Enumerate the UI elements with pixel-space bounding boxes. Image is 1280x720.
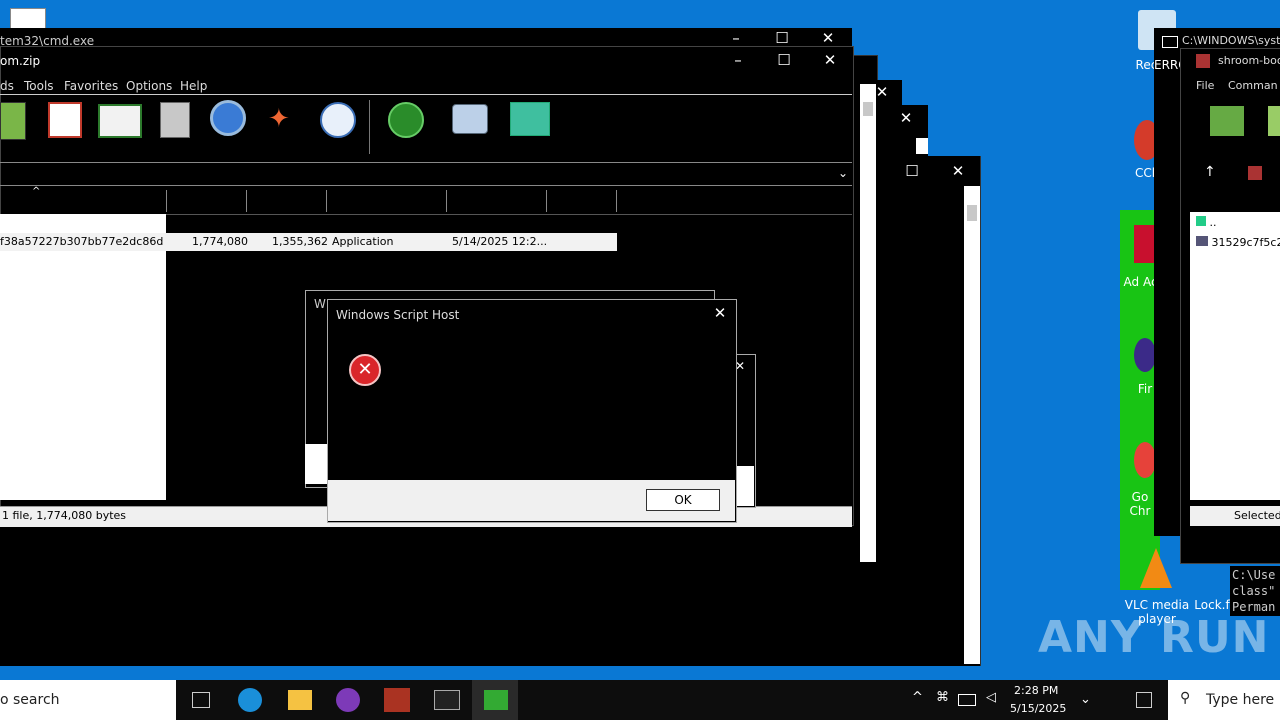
up-arrow-icon[interactable]: ↑: [1204, 164, 1216, 180]
console-line-1: C:\Use: [1232, 568, 1276, 582]
cascade-scroll-up-2[interactable]: [916, 138, 928, 154]
file-size: 1,774,080: [192, 235, 248, 248]
list-item[interactable]: 31529c7f5c2f: [1196, 236, 1280, 249]
ok-button[interactable]: OK: [646, 489, 720, 511]
search-box-right-text: Type here: [1206, 692, 1275, 708]
winrar-close[interactable]: ✕: [820, 52, 840, 70]
menu-favorites[interactable]: Favorites: [64, 79, 118, 93]
firefox-taskbar-icon[interactable]: [336, 688, 360, 712]
right-file-list: [1190, 212, 1280, 500]
list-item[interactable]: ..: [1196, 216, 1217, 229]
col-divider-6[interactable]: [616, 190, 617, 212]
file-list-left-pane: [0, 214, 166, 500]
right-toolbar-extract-icon[interactable]: [1268, 106, 1280, 136]
tray-chevron-icon[interactable]: ^: [912, 690, 923, 705]
cascade-scroll-thumb[interactable]: [863, 102, 873, 116]
battery-icon[interactable]: [958, 694, 976, 706]
dialog-behind-title: W: [314, 297, 326, 311]
right-cmd-title: C:\WINDOWS\syst: [1182, 34, 1280, 47]
file-type: Application: [332, 235, 394, 248]
winrar-menubar: ds Tools Favorites Options Help: [0, 78, 852, 94]
file-name: f38a57227b307bb77e2dc86d28...: [0, 235, 164, 248]
chevron-down-icon[interactable]: ⌄: [838, 166, 848, 180]
large-console-close[interactable]: ✕: [948, 163, 968, 181]
error-icon: ✕: [349, 354, 381, 386]
search-icon: ⚲: [1180, 690, 1191, 706]
list-item-label: ..: [1209, 216, 1217, 229]
winrar-title: om.zip: [0, 54, 41, 68]
lock-label: Lock.f: [1194, 598, 1230, 612]
right-status-text: Selected: [1234, 509, 1280, 522]
file-explorer-icon[interactable]: [288, 690, 312, 710]
test-icon[interactable]: [98, 104, 142, 138]
extract-icon[interactable]: [48, 102, 82, 138]
sort-arrow-icon[interactable]: ^: [32, 186, 40, 197]
dialog-behind-footer: [305, 444, 329, 484]
wizard-icon[interactable]: ✦: [268, 104, 302, 134]
menu-help[interactable]: Help: [180, 79, 207, 93]
right-menu-file[interactable]: File: [1196, 79, 1214, 92]
active-app-icon: [484, 690, 508, 710]
sfx-icon[interactable]: [510, 102, 550, 136]
status-text: 1 file, 1,774,080 bytes: [2, 509, 127, 522]
column-header-row: [0, 188, 852, 215]
terminal-taskbar-icon[interactable]: [434, 690, 460, 710]
cascade-scrollbar[interactable]: [860, 84, 876, 562]
winrar-maximize[interactable]: ☐: [774, 52, 794, 70]
folder-up-icon: [1196, 216, 1206, 226]
add-icon[interactable]: [0, 102, 26, 140]
right-rar-title: shroom-boo: [1218, 54, 1280, 67]
cascade-close-2[interactable]: ✕: [896, 110, 916, 128]
list-item-label: 31529c7f5c2f: [1211, 236, 1280, 249]
file-packed: 1,355,362: [272, 235, 328, 248]
path-bar[interactable]: [0, 162, 852, 186]
menu-commands[interactable]: ds: [0, 79, 14, 93]
dialog-behind-2-footer: [736, 466, 754, 506]
console-line-2: class": [1232, 584, 1276, 598]
task-view-icon-2[interactable]: [1136, 692, 1152, 708]
delete-icon[interactable]: [160, 102, 190, 138]
clock-time[interactable]: 2:28 PM: [1014, 684, 1058, 697]
comment-icon[interactable]: [452, 104, 488, 134]
right-menu-commands[interactable]: Comman: [1228, 79, 1278, 92]
info-icon[interactable]: [320, 102, 356, 138]
right-path-icon: [1248, 166, 1262, 180]
toolbar-separator: [369, 100, 370, 154]
right-rar-icon: [1196, 54, 1210, 68]
anyrun-watermark: ANY RUN: [1038, 612, 1270, 663]
find-icon[interactable]: [210, 100, 246, 136]
col-divider-1[interactable]: [166, 190, 167, 212]
task-view-icon[interactable]: [192, 692, 210, 708]
large-console-scrollbar[interactable]: [964, 186, 980, 664]
table-row[interactable]: f38a57227b307bb77e2dc86d28... 1,774,080 …: [0, 233, 617, 251]
col-divider-2[interactable]: [246, 190, 247, 212]
col-divider-5[interactable]: [546, 190, 547, 212]
winrar-minimize[interactable]: –: [728, 52, 748, 70]
vlc-icon[interactable]: [1140, 548, 1172, 588]
exe-file-icon: [1196, 236, 1208, 246]
dialog-title: Windows Script Host: [336, 308, 460, 322]
large-console-scroll-thumb[interactable]: [967, 205, 977, 221]
menubar-divider: [0, 94, 852, 95]
volume-icon[interactable]: ◁: [986, 690, 996, 705]
dialog-close-button[interactable]: ✕: [710, 305, 730, 323]
chrome-icon[interactable]: [1134, 442, 1156, 478]
virusscan-icon[interactable]: [388, 102, 424, 138]
winrar-taskbar-icon[interactable]: [384, 688, 410, 712]
right-cmd-icon: [1162, 36, 1178, 48]
menu-options[interactable]: Options: [126, 79, 172, 93]
network-icon[interactable]: ⌘: [936, 690, 949, 705]
firefox-icon[interactable]: [1134, 338, 1156, 372]
edge-icon[interactable]: [238, 688, 262, 712]
right-toolbar-add-icon[interactable]: [1210, 106, 1244, 136]
clock-date[interactable]: 5/15/2025: [1010, 702, 1066, 715]
col-divider-3[interactable]: [326, 190, 327, 212]
menu-tools[interactable]: Tools: [24, 79, 54, 93]
notification-icon[interactable]: ⌄: [1080, 692, 1091, 707]
search-box-left-text: o search: [0, 692, 60, 708]
large-console-maximize[interactable]: ☐: [902, 163, 922, 181]
file-modified: 5/14/2025 12:2...: [452, 235, 548, 248]
col-divider-4[interactable]: [446, 190, 447, 212]
